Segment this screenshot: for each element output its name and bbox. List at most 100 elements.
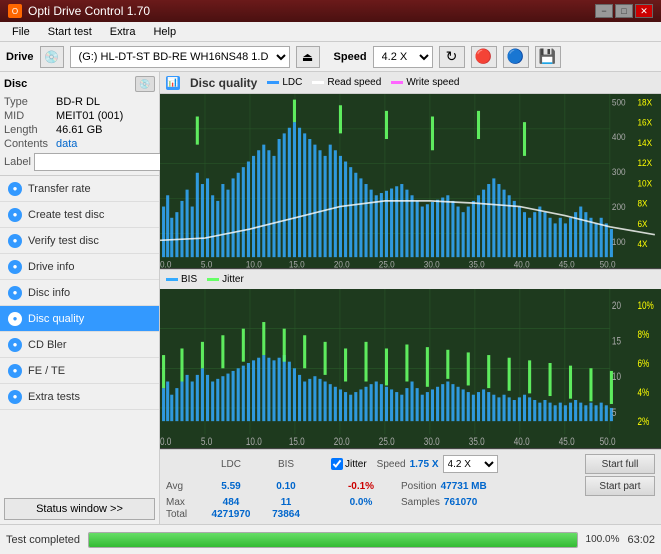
- jitter-col-header: Jitter: [345, 459, 367, 470]
- nav-label-extra-tests: Extra tests: [28, 391, 80, 403]
- jitter-max: 0.0%: [331, 497, 391, 508]
- svg-text:20.0: 20.0: [334, 436, 350, 448]
- menu-extra[interactable]: Extra: [102, 24, 144, 40]
- svg-text:45.0: 45.0: [559, 259, 575, 268]
- chart-title: Disc quality: [190, 76, 257, 90]
- svg-text:4%: 4%: [637, 388, 649, 400]
- avg-row: Avg 5.59 0.10 -0.1% Position 47731 MB St…: [166, 476, 655, 496]
- nav-icon-fe-te: ●: [8, 364, 22, 378]
- svg-text:100: 100: [612, 236, 626, 246]
- nav-item-transfer-rate[interactable]: ●Transfer rate: [0, 176, 159, 202]
- svg-text:25.0: 25.0: [379, 436, 395, 448]
- legend-writespeed: Write speed: [406, 77, 459, 88]
- svg-text:10: 10: [612, 372, 621, 384]
- label-input[interactable]: [34, 153, 172, 171]
- speed-stat-select[interactable]: 4.2 X: [443, 455, 498, 473]
- svg-text:15: 15: [612, 336, 621, 348]
- bis-avg: 0.10: [261, 481, 311, 492]
- eject-button[interactable]: ⏏: [296, 46, 320, 68]
- svg-text:6X: 6X: [637, 218, 647, 228]
- nav-item-extra-tests[interactable]: ● Extra tests: [0, 384, 159, 410]
- bis-chart-svg: 0.0 5.0 10.0 15.0 20.0 25.0 30.0 35.0 40…: [160, 289, 661, 448]
- length-label: Length: [4, 124, 56, 136]
- contents-label: Contents: [4, 138, 56, 150]
- disc-title: Disc: [4, 78, 27, 90]
- speed-info: Speed 1.75 X 4.2 X: [377, 455, 498, 473]
- svg-text:0.0: 0.0: [160, 436, 171, 448]
- nav-item-fe-te[interactable]: ●FE / TE: [0, 358, 159, 384]
- nav-item-disc-info[interactable]: ● Disc info: [0, 280, 159, 306]
- total-label: Total: [166, 509, 201, 520]
- samples-label: Samples: [401, 497, 440, 508]
- svg-text:10X: 10X: [637, 178, 652, 188]
- svg-text:10%: 10%: [637, 300, 654, 312]
- legend-bis-color: [166, 278, 178, 281]
- maximize-button[interactable]: □: [615, 4, 633, 18]
- length-value: 46.61 GB: [56, 124, 102, 136]
- nav-label-create-test-disc: Create test disc: [28, 209, 104, 221]
- nav-label-disc-info: Disc info: [28, 287, 70, 299]
- svg-text:10.0: 10.0: [246, 436, 262, 448]
- svg-text:40.0: 40.0: [514, 259, 530, 268]
- status-window-button[interactable]: Status window >>: [4, 498, 155, 520]
- nav-label-transfer-rate: Transfer rate: [28, 183, 91, 195]
- mid-value: MEIT01 (001): [56, 110, 123, 122]
- svg-text:5: 5: [612, 407, 617, 419]
- progress-bar-container: [88, 532, 578, 548]
- svg-text:40.0: 40.0: [514, 436, 530, 448]
- menu-starttest[interactable]: Start test: [40, 24, 100, 40]
- jitter-checkbox[interactable]: [331, 458, 343, 470]
- refresh-button[interactable]: ↻: [439, 46, 465, 68]
- svg-text:15.0: 15.0: [289, 259, 305, 268]
- app-title: Opti Drive Control 1.70: [28, 4, 150, 18]
- main-layout: Disc 💿 Type BD-R DL MID MEIT01 (001) Len…: [0, 72, 661, 524]
- drive-label: Drive: [6, 51, 34, 63]
- ldc-total: 4271970: [201, 509, 261, 520]
- svg-text:400: 400: [612, 132, 626, 142]
- close-button[interactable]: ✕: [635, 4, 653, 18]
- svg-text:500: 500: [612, 97, 626, 107]
- svg-text:50.0: 50.0: [600, 259, 616, 268]
- nav-item-disc-quality[interactable]: ●Disc quality: [0, 306, 159, 332]
- type-label: Type: [4, 96, 56, 108]
- menu-bar: File Start test Extra Help: [0, 22, 661, 42]
- nav-icon-extra-tests: ●: [8, 390, 22, 404]
- type-value: BD-R DL: [56, 96, 100, 108]
- svg-text:35.0: 35.0: [469, 436, 485, 448]
- bis-total: 73864: [261, 509, 311, 520]
- nav-item-verify-test-disc[interactable]: ●Verify test disc: [0, 228, 159, 254]
- position-label: Position: [401, 481, 437, 492]
- drive-select[interactable]: (G:) HL-DT-ST BD-RE WH16NS48 1.D3: [70, 46, 290, 68]
- elapsed-time: 63:02: [627, 534, 655, 546]
- menu-file[interactable]: File: [4, 24, 38, 40]
- disc-icon-btn[interactable]: 💿: [135, 76, 155, 92]
- action-btn-2[interactable]: 🔵: [503, 46, 529, 68]
- start-part-button[interactable]: Start part: [585, 476, 655, 496]
- minimize-button[interactable]: −: [595, 4, 613, 18]
- chart2-header: BIS Jitter: [160, 269, 661, 289]
- progress-percent: 100.0%: [586, 534, 620, 545]
- speed-select-top[interactable]: 4.2 X: [373, 46, 433, 68]
- svg-text:0.0: 0.0: [160, 259, 172, 268]
- legend-jitter: Jitter: [222, 274, 244, 285]
- svg-text:2%: 2%: [637, 417, 649, 429]
- action-btn-1[interactable]: 🔴: [471, 46, 497, 68]
- nav-label-cd-bler: CD Bler: [28, 339, 67, 351]
- nav-item-create-test-disc[interactable]: ●Create test disc: [0, 202, 159, 228]
- jitter-avg: -0.1%: [331, 481, 391, 492]
- svg-text:16X: 16X: [637, 117, 652, 127]
- avg-label: Avg: [166, 481, 201, 492]
- svg-text:4X: 4X: [637, 239, 647, 249]
- legend-ldc-color: [267, 81, 279, 84]
- svg-text:30.0: 30.0: [424, 436, 440, 448]
- menu-help[interactable]: Help: [145, 24, 184, 40]
- svg-text:45.0: 45.0: [559, 436, 575, 448]
- nav-item-drive-info[interactable]: ●Drive info: [0, 254, 159, 280]
- nav-item-cd-bler[interactable]: ●CD Bler: [0, 332, 159, 358]
- svg-text:35.0: 35.0: [469, 259, 485, 268]
- save-button[interactable]: 💾: [535, 46, 561, 68]
- stats-header-row: LDC BIS Jitter Speed 1.75 X 4.2 X St: [166, 454, 655, 474]
- nav-icon-disc-info: ●: [8, 286, 22, 300]
- svg-text:6%: 6%: [637, 358, 649, 370]
- start-full-button[interactable]: Start full: [585, 454, 655, 474]
